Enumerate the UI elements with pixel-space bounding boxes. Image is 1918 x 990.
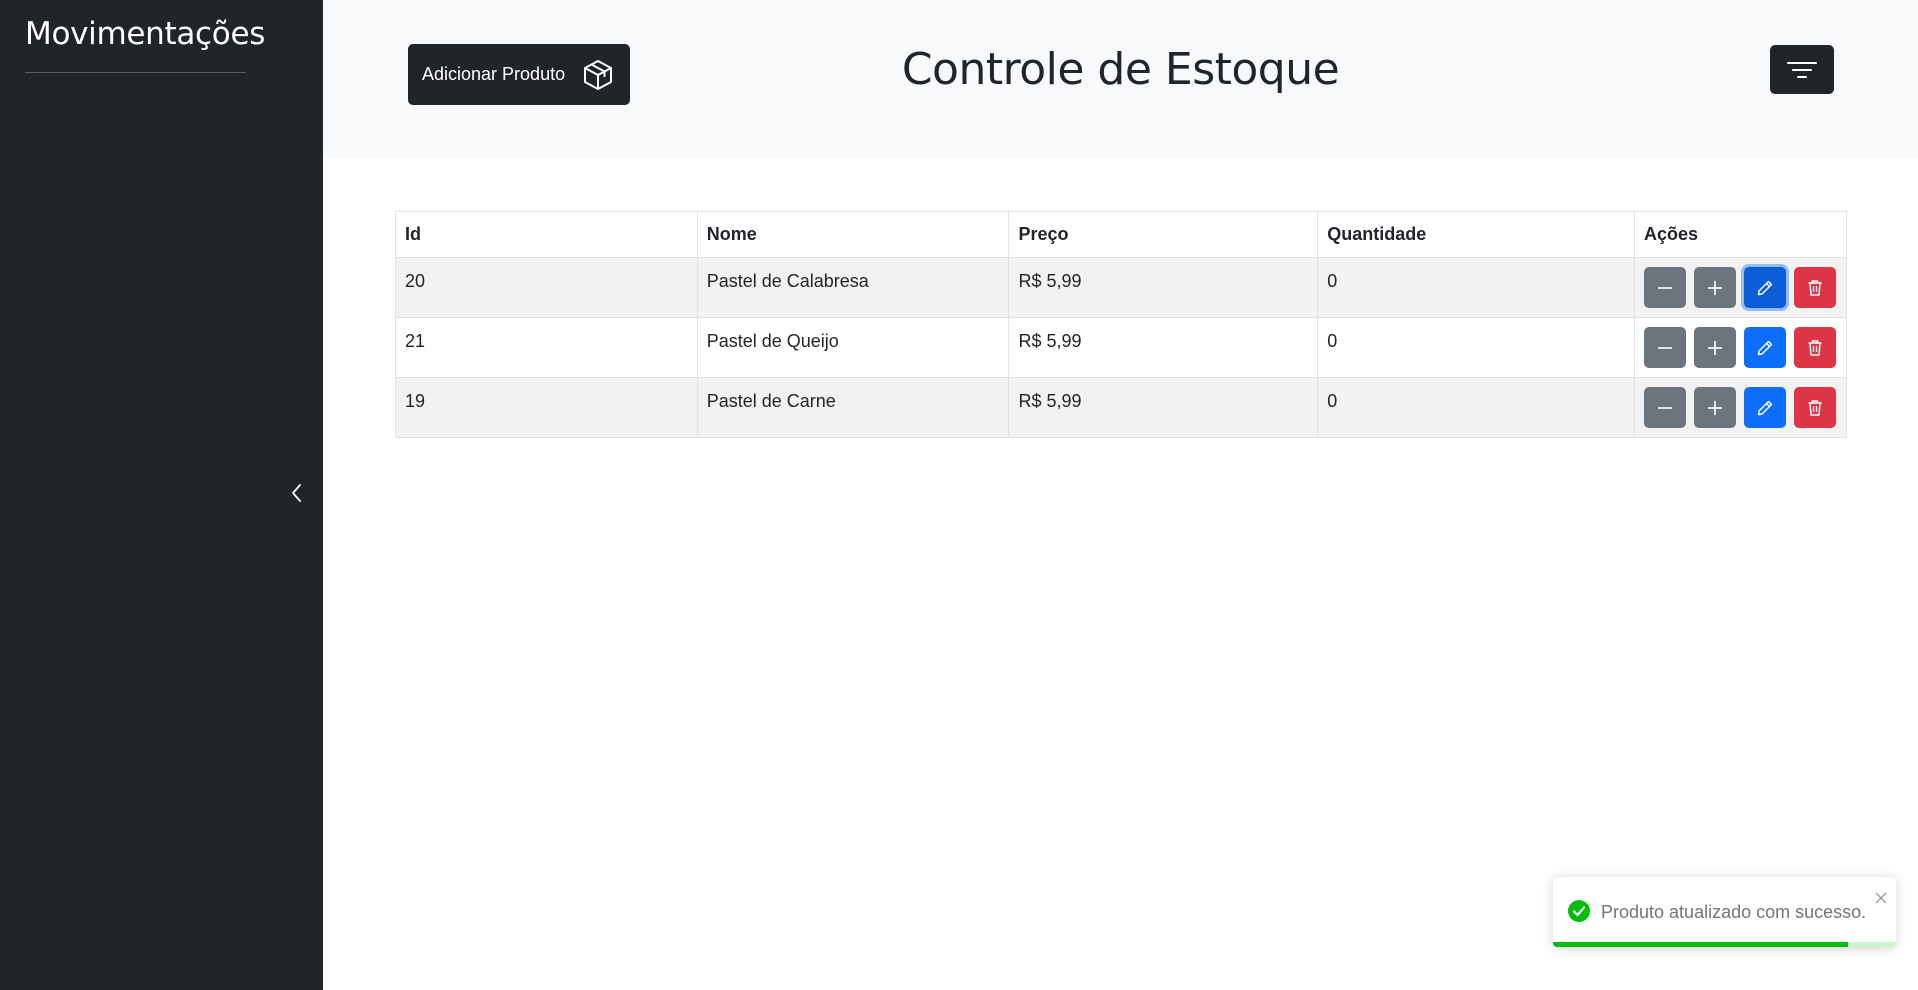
cell-preco: R$ 5,99 (1008, 377, 1319, 438)
toast-progress-bar (1553, 942, 1848, 947)
cell-actions (1633, 257, 1848, 318)
cell-quantidade: 0 (1317, 377, 1635, 438)
cell-actions (1633, 377, 1848, 438)
sidebar: Movimentações (0, 0, 323, 990)
edit-product-button[interactable] (1743, 387, 1786, 428)
delete-product-button[interactable] (1793, 267, 1836, 308)
column-header-quantidade: Quantidade (1317, 211, 1635, 258)
sidebar-title: Movimentações (25, 16, 266, 52)
edit-product-button[interactable] (1743, 327, 1786, 368)
plus-icon (1707, 280, 1722, 295)
cell-nome: Pastel de Queijo (696, 317, 1010, 378)
page-title: Controle de Estoque (901, 44, 1340, 95)
table-row: 21 Pastel de Queijo R$ 5,99 0 (395, 317, 1848, 378)
check-circle-icon (1568, 900, 1590, 922)
cell-preco: R$ 5,99 (1008, 257, 1319, 318)
minus-icon (1657, 346, 1672, 349)
success-toast[interactable]: Produto atualizado com sucesso. (1553, 877, 1896, 947)
cell-quantidade: 0 (1317, 257, 1635, 318)
cell-actions (1633, 317, 1848, 378)
cell-nome: Pastel de Carne (696, 377, 1010, 438)
pencil-icon (1757, 400, 1773, 415)
trash-icon (1808, 339, 1822, 356)
plus-icon (1707, 400, 1722, 415)
close-icon[interactable] (1874, 891, 1888, 905)
toast-message: Produto atualizado com sucesso. (1601, 902, 1867, 922)
table-header-row: Id Nome Preço Quantidade Ações (395, 211, 1848, 258)
header: Adicionar Produto Controle de Estoque (323, 0, 1918, 158)
sidebar-divider (25, 72, 246, 73)
increase-quantity-button[interactable] (1693, 267, 1736, 308)
minus-icon (1657, 286, 1672, 289)
column-header-acoes: Ações (1633, 211, 1848, 258)
delete-product-button[interactable] (1793, 387, 1836, 428)
column-header-nome: Nome (696, 211, 1010, 258)
decrease-quantity-button[interactable] (1643, 387, 1686, 428)
cell-id: 21 (395, 317, 698, 378)
products-table: Id Nome Preço Quantidade Ações 20 Pastel… (395, 211, 1848, 438)
chevron-left-icon (292, 484, 301, 502)
cell-id: 19 (395, 377, 698, 438)
column-header-id: Id (395, 211, 698, 258)
delete-product-button[interactable] (1793, 327, 1836, 368)
increase-quantity-button[interactable] (1693, 387, 1736, 428)
filter-button[interactable] (1770, 45, 1834, 94)
trash-icon (1808, 399, 1822, 416)
pencil-icon (1757, 280, 1773, 295)
edit-product-button[interactable] (1743, 267, 1786, 308)
table-row: 20 Pastel de Calabresa R$ 5,99 0 (395, 257, 1848, 318)
sidebar-collapse-button[interactable] (286, 480, 308, 506)
cell-preco: R$ 5,99 (1008, 317, 1319, 378)
plus-icon (1707, 340, 1722, 355)
pencil-icon (1757, 340, 1773, 355)
decrease-quantity-button[interactable] (1643, 327, 1686, 368)
cell-id: 20 (395, 257, 698, 318)
table-row: 19 Pastel de Carne R$ 5,99 0 (395, 377, 1848, 438)
column-header-preco: Preço (1008, 211, 1319, 258)
increase-quantity-button[interactable] (1693, 327, 1736, 368)
cell-nome: Pastel de Calabresa (696, 257, 1010, 318)
products-table-wrapper: Id Nome Preço Quantidade Ações 20 Pastel… (395, 211, 1848, 438)
minus-icon (1657, 406, 1672, 409)
cell-quantidade: 0 (1317, 317, 1635, 378)
decrease-quantity-button[interactable] (1643, 267, 1686, 308)
trash-icon (1808, 279, 1822, 296)
filter-lines-icon (1787, 61, 1817, 78)
